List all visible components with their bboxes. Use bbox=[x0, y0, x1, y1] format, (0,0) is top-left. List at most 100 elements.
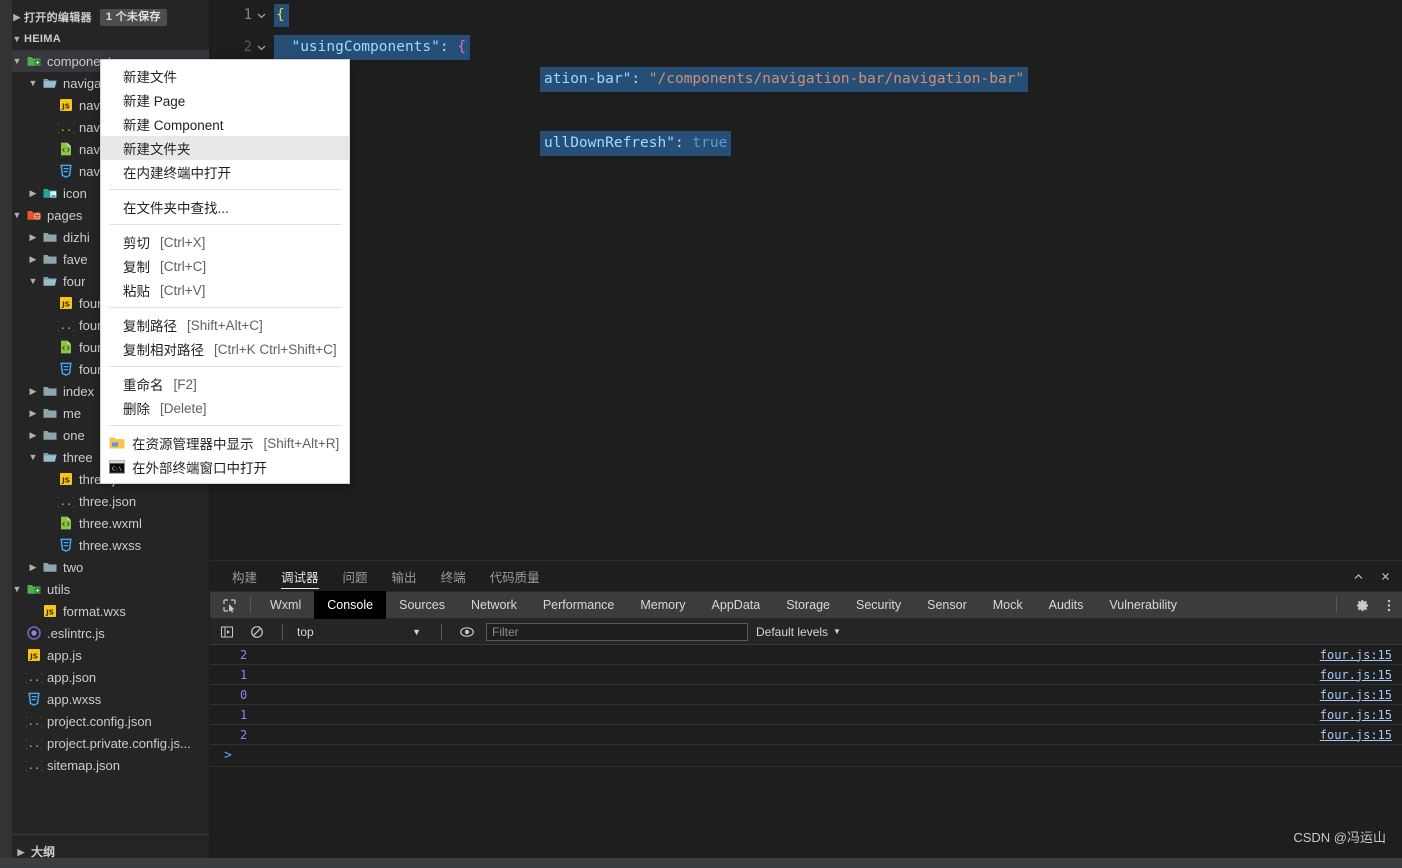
log-level-selector[interactable]: Default levels ▼ bbox=[756, 625, 841, 639]
chevron-down-icon[interactable]: ▼ bbox=[26, 446, 40, 468]
menu-item-2-2[interactable]: 粘贴 [Ctrl+V] bbox=[101, 278, 349, 302]
tree-item-sitemap-json[interactable]: ·{..} sitemap.json bbox=[0, 754, 209, 776]
console-filter-input[interactable] bbox=[486, 622, 748, 641]
inspector-tab-console[interactable]: Console bbox=[314, 591, 387, 619]
chevron-right-icon[interactable]: ▶ bbox=[26, 424, 40, 446]
execution-context-selector[interactable]: top ▼ bbox=[297, 625, 427, 639]
inspector-tab-sources[interactable]: Sources bbox=[386, 591, 458, 619]
tree-item-app-json[interactable]: ·{..} app.json bbox=[0, 666, 209, 688]
code-line[interactable]: ullDownRefresh": true bbox=[540, 128, 732, 158]
code-line[interactable]: 2 ··"usingComponents": { bbox=[210, 32, 471, 62]
chevron-down-icon[interactable]: ▼ bbox=[10, 578, 24, 600]
console-row[interactable]: 0 four.js:15 bbox=[210, 685, 1402, 705]
chevron-down-icon[interactable]: ▼ bbox=[10, 28, 24, 50]
menu-item-0-4[interactable]: 在内建终端中打开 bbox=[101, 160, 349, 184]
code-line[interactable]: ation-bar": "/components/navigation-bar/… bbox=[540, 64, 1029, 94]
tree-item-app-js[interactable]: · JS app.js bbox=[0, 644, 209, 666]
console-sidebar-toggle-icon[interactable] bbox=[216, 625, 238, 639]
inspector-tab-audits[interactable]: Audits bbox=[1036, 591, 1097, 619]
code-line[interactable]: 1 { bbox=[210, 0, 289, 30]
chevron-down-icon[interactable]: ▼ bbox=[26, 270, 40, 292]
tree-item-three-json[interactable]: ·{..} three.json bbox=[0, 490, 209, 512]
chevron-down-icon[interactable]: ▼ bbox=[833, 627, 841, 636]
chevron-down-icon[interactable]: ▼ bbox=[412, 627, 421, 637]
gear-icon[interactable] bbox=[1355, 598, 1370, 613]
tree-item-two[interactable]: ▶ two bbox=[0, 556, 209, 578]
chevron-down-icon[interactable]: ▼ bbox=[10, 50, 24, 72]
panel-tab-构建[interactable]: 构建 bbox=[232, 561, 257, 591]
inspector-tab-security[interactable]: Security bbox=[843, 591, 914, 619]
inspector-tab-performance[interactable]: Performance bbox=[530, 591, 628, 619]
chevron-up-icon[interactable] bbox=[1352, 570, 1365, 583]
inspector-tab-appdata[interactable]: AppData bbox=[699, 591, 774, 619]
menu-item-3-1[interactable]: 复制相对路径 [Ctrl+K Ctrl+Shift+C] bbox=[101, 337, 349, 361]
inspector-actions[interactable] bbox=[1330, 591, 1396, 619]
chevron-down-icon[interactable]: ▼ bbox=[26, 72, 40, 94]
chevron-down-icon[interactable]: ▼ bbox=[10, 204, 24, 226]
panel-tabbar[interactable]: 构建 调试器 问题 输出 终端 代码质量 bbox=[210, 561, 1402, 591]
chevron-right-icon[interactable]: ▶ bbox=[10, 6, 24, 28]
clear-console-icon[interactable] bbox=[246, 625, 268, 639]
fold-chevron-icon[interactable] bbox=[256, 10, 274, 21]
tree-item-three-wxss[interactable]: · three.wxss bbox=[0, 534, 209, 556]
chevron-right-icon[interactable]: ▶ bbox=[26, 248, 40, 270]
menu-item-0-1[interactable]: 新建 Page bbox=[101, 88, 349, 112]
console-row[interactable]: 1 four.js:15 bbox=[210, 705, 1402, 725]
live-expression-eye-icon[interactable] bbox=[456, 625, 478, 639]
console-row[interactable]: 2 four.js:15 bbox=[210, 645, 1402, 665]
console-row[interactable]: 2 four.js:15 bbox=[210, 725, 1402, 745]
close-icon[interactable] bbox=[1379, 570, 1392, 583]
inspector-tab-network[interactable]: Network bbox=[458, 591, 530, 619]
menu-item-3-0[interactable]: 复制路径 [Shift+Alt+C] bbox=[101, 313, 349, 337]
menu-item-0-0[interactable]: 新建文件 bbox=[101, 64, 349, 88]
console-source-link[interactable]: four.js:15 bbox=[1320, 708, 1392, 722]
inspector-tab-memory[interactable]: Memory bbox=[627, 591, 698, 619]
sidebar-item-project-root[interactable]: ▼ HEIMA bbox=[0, 28, 209, 50]
more-options-icon[interactable] bbox=[1382, 598, 1396, 613]
console-source-link[interactable]: four.js:15 bbox=[1320, 668, 1392, 682]
console-source-link[interactable]: four.js:15 bbox=[1320, 688, 1392, 702]
tree-item-project-config-json[interactable]: ·{..} project.config.json bbox=[0, 710, 209, 732]
inspector-tab-storage[interactable]: Storage bbox=[773, 591, 843, 619]
menu-item-0-2[interactable]: 新建 Component bbox=[101, 112, 349, 136]
panel-tab-终端[interactable]: 终端 bbox=[441, 561, 466, 591]
inspector-tabbar[interactable]: Wxml Console Sources Network Performance Memo… bbox=[210, 591, 1402, 619]
chevron-right-icon[interactable]: ▶ bbox=[26, 380, 40, 402]
inspector-tab-vulnerability[interactable]: Vulnerability bbox=[1096, 591, 1190, 619]
tree-item-project-private-config-js-[interactable]: ·{..} project.private.config.js... bbox=[0, 732, 209, 754]
inspect-element-icon[interactable] bbox=[214, 598, 244, 613]
tree-item-utils[interactable]: ▼ utils bbox=[0, 578, 209, 600]
fold-chevron-icon[interactable] bbox=[256, 42, 274, 53]
chevron-right-icon[interactable]: ▶ bbox=[26, 182, 40, 204]
menu-item-4-1[interactable]: 删除 [Delete] bbox=[101, 396, 349, 420]
menu-item-0-3[interactable]: 新建文件夹 bbox=[101, 136, 349, 160]
panel-tab-问题[interactable]: 问题 bbox=[343, 561, 368, 591]
sidebar-item-open-editors[interactable]: ▶ 打开的编辑器 1 个未保存 bbox=[0, 6, 209, 28]
menu-item-5-0[interactable]: 在资源管理器中显示 [Shift+Alt+R] bbox=[101, 431, 349, 455]
panel-tab-调试器[interactable]: 调试器 bbox=[281, 561, 319, 591]
devtools-panel[interactable]: 构建 调试器 问题 输出 终端 代码质量 Wxml Console Sources Networ… bbox=[210, 560, 1402, 868]
tree-item-app-wxss[interactable]: · app.wxss bbox=[0, 688, 209, 710]
tree-item--eslintrc-js[interactable]: · .eslintrc.js bbox=[0, 622, 209, 644]
menu-item-2-0[interactable]: 剪切 [Ctrl+X] bbox=[101, 230, 349, 254]
panel-tab-输出[interactable]: 输出 bbox=[392, 561, 417, 591]
menu-item-1-0[interactable]: 在文件夹中查找... bbox=[101, 195, 349, 219]
tree-item-format-wxs[interactable]: · JS format.wxs bbox=[0, 600, 209, 622]
chevron-right-icon[interactable]: ▶ bbox=[26, 402, 40, 424]
inspector-tab-mock[interactable]: Mock bbox=[980, 591, 1036, 619]
console-output[interactable]: 2 four.js:15 1 four.js:15 0 four.js:15 1 four.j… bbox=[210, 645, 1402, 868]
console-source-link[interactable]: four.js:15 bbox=[1320, 728, 1392, 742]
code-editor[interactable]: 1 { 2 ··"usingComponents": { ation-bar":… bbox=[210, 0, 1402, 560]
console-source-link[interactable]: four.js:15 bbox=[1320, 648, 1392, 662]
inspector-tab-wxml[interactable]: Wxml bbox=[257, 591, 314, 619]
panel-tab-代码质量[interactable]: 代码质量 bbox=[490, 561, 540, 591]
menu-item-2-1[interactable]: 复制 [Ctrl+C] bbox=[101, 254, 349, 278]
tree-item-three-wxml[interactable]: · three.wxml bbox=[0, 512, 209, 534]
inspector-tab-sensor[interactable]: Sensor bbox=[914, 591, 980, 619]
file-context-menu[interactable]: 新建文件 新建 Page 新建 Component 新建文件夹 在内建终端中打开 在文件夹… bbox=[100, 59, 350, 484]
chevron-right-icon[interactable]: ▶ bbox=[26, 226, 40, 248]
menu-item-4-0[interactable]: 重命名 [F2] bbox=[101, 372, 349, 396]
console-row[interactable]: 1 four.js:15 bbox=[210, 665, 1402, 685]
console-prompt[interactable]: > bbox=[210, 745, 1402, 767]
panel-actions[interactable] bbox=[1352, 561, 1392, 591]
